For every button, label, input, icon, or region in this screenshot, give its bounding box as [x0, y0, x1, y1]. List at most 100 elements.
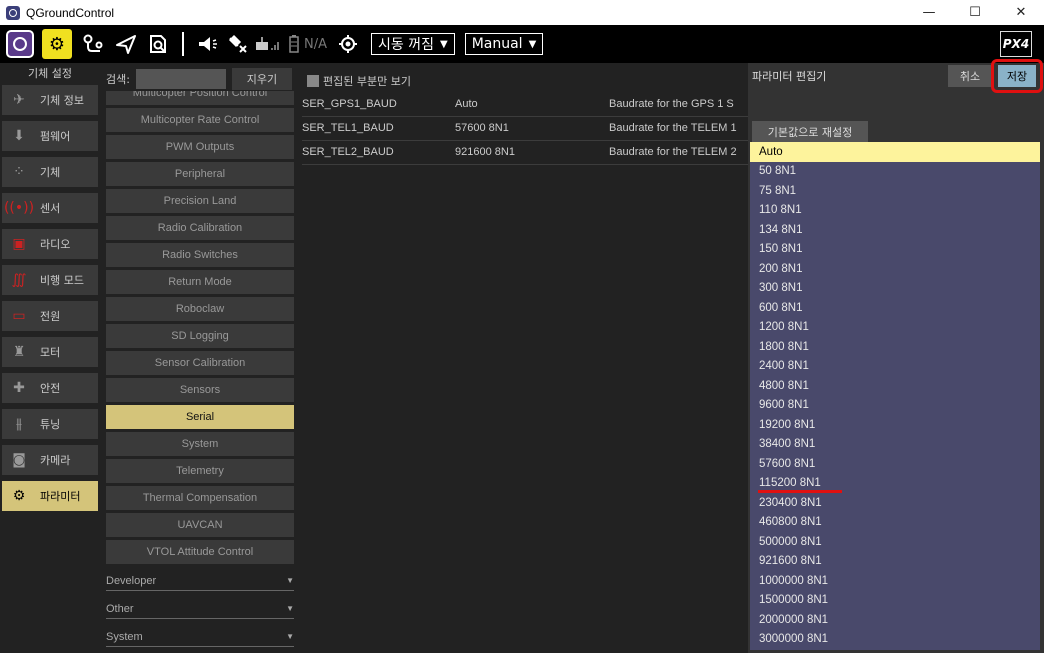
radio-icon: ▣ [12, 236, 26, 252]
sidebar-item-airframe[interactable]: ⁘ 기체 [2, 157, 98, 187]
group-item[interactable]: Multicopter Position Control [106, 91, 294, 105]
gps-off-icon[interactable] [222, 25, 252, 63]
sidebar-item-camera[interactable]: ◙ 카메라 [2, 445, 98, 475]
camera-icon: ◙ [12, 452, 26, 468]
airframe-icon: ⁘ [13, 164, 25, 180]
qgc-home-icon[interactable] [6, 30, 34, 58]
sidebar-item-label: 전원 [40, 310, 61, 323]
group-item[interactable]: Radio Calibration [106, 216, 294, 240]
group-item[interactable]: Roboclaw [106, 297, 294, 321]
group-item[interactable]: VTOL Attitude Control [106, 540, 294, 564]
battery-icon: ▭ [12, 308, 26, 324]
arm-status-dropdown[interactable]: 시동 꺼짐 ▼ [371, 33, 455, 55]
cancel-button[interactable]: 취소 [948, 65, 992, 87]
sidebar-item-sensors[interactable]: ((•)) 센서 [2, 193, 98, 223]
group-item[interactable]: Return Mode [106, 270, 294, 294]
window-title: QGroundControl [26, 5, 115, 20]
sidebar-item-parameters[interactable]: ⚙ 파라미터 [2, 481, 98, 511]
app-window: QGroundControl — ☐ ✕ ⚙ N/A 시동 꺼짐 ▼ Manua… [0, 0, 1044, 653]
option-item[interactable]: 921600 8N1 [750, 552, 1040, 572]
group-item[interactable]: Thermal Compensation [106, 486, 294, 510]
group-item[interactable]: Precision Land [106, 189, 294, 213]
group-item-serial[interactable]: Serial [106, 405, 294, 429]
group-item[interactable]: Peripheral [106, 162, 294, 186]
option-item[interactable]: 1200 8N1 [750, 318, 1040, 338]
modified-only-checkbox[interactable]: 편집된 부분만 보기 [307, 73, 411, 89]
plan-view-icon[interactable] [76, 25, 110, 63]
option-item[interactable]: 460800 8N1 [750, 513, 1040, 533]
option-item[interactable]: 57600 8N1 [750, 454, 1040, 474]
option-item[interactable]: 75 8N1 [750, 181, 1040, 201]
group-item[interactable]: UAVCAN [106, 513, 294, 537]
sidebar-item-tuning[interactable]: ⫵ 튜닝 [2, 409, 98, 439]
vehicle-setup-icon[interactable]: ⚙ [42, 29, 72, 59]
group-item[interactable]: System [106, 432, 294, 456]
chevron-down-icon: ▼ [528, 38, 537, 50]
group-item[interactable]: SD Logging [106, 324, 294, 348]
category-developer[interactable]: Developer ▼ [106, 571, 294, 591]
maximize-button[interactable]: ☐ [952, 0, 998, 25]
group-item[interactable]: PWM Outputs [106, 135, 294, 159]
option-item[interactable]: 9600 8N1 [750, 396, 1040, 416]
option-item[interactable]: 500000 8N1 [750, 532, 1040, 552]
option-item[interactable]: 38400 8N1 [750, 435, 1040, 455]
option-item[interactable]: 110 8N1 [750, 201, 1040, 221]
option-item[interactable]: 19200 8N1 [750, 415, 1040, 435]
checkbox-box[interactable] [307, 75, 319, 87]
search-label: 검색: [106, 73, 130, 86]
messages-icon[interactable] [192, 25, 222, 63]
clear-button[interactable]: 지우기 [231, 68, 292, 90]
option-item[interactable]: 150 8N1 [750, 240, 1040, 260]
table-row[interactable]: SER_GPS1_BAUD Auto Baudrate for the GPS … [302, 93, 748, 117]
title-bar: QGroundControl — ☐ ✕ [0, 0, 1044, 25]
param-description: Baudrate for the TELEM 1 [609, 122, 737, 134]
option-item[interactable]: 1800 8N1 [750, 337, 1040, 357]
table-row[interactable]: SER_TEL2_BAUD 921600 8N1 Baudrate for th… [302, 141, 748, 165]
group-item[interactable]: Radio Switches [106, 243, 294, 267]
option-item-selected[interactable]: Auto [750, 142, 1040, 162]
sidebar-item-radio[interactable]: ▣ 라디오 [2, 229, 98, 259]
option-item[interactable]: 200 8N1 [750, 259, 1040, 279]
option-item[interactable]: 1000000 8N1 [750, 571, 1040, 591]
sidebar-item-firmware[interactable]: ⬇ 펌웨어 [2, 121, 98, 151]
group-item[interactable]: Telemetry [106, 459, 294, 483]
minimize-button[interactable]: — [906, 0, 952, 25]
fly-view-icon[interactable] [110, 25, 142, 63]
group-item[interactable]: Multicopter Rate Control [106, 108, 294, 132]
option-item[interactable]: 2000000 8N1 [750, 610, 1040, 630]
sidebar-item-label: 기체 정보 [40, 94, 84, 107]
sidebar-item-label: 센서 [40, 202, 61, 215]
category-system[interactable]: System ▼ [106, 627, 294, 647]
option-item[interactable]: 50 8N1 [750, 162, 1040, 182]
option-item[interactable]: 134 8N1 [750, 220, 1040, 240]
category-label: Other [106, 602, 134, 615]
analyze-icon[interactable] [142, 25, 174, 63]
option-item[interactable]: 300 8N1 [750, 279, 1040, 299]
sidebar-header: 기체 설정 [28, 67, 72, 80]
table-row[interactable]: SER_TEL1_BAUD 57600 8N1 Baudrate for the… [302, 117, 748, 141]
option-item[interactable]: 4800 8N1 [750, 376, 1040, 396]
category-other[interactable]: Other ▼ [106, 599, 294, 619]
sidebar-item-motors[interactable]: ♜ 모터 [2, 337, 98, 367]
flight-mode-dropdown[interactable]: Manual ▼ [464, 33, 544, 55]
option-item[interactable]: 230400 8N1 [750, 493, 1040, 513]
sidebar-item-label: 파라미터 [40, 490, 81, 503]
option-item[interactable]: 1500000 8N1 [750, 591, 1040, 611]
param-name: SER_TEL1_BAUD [302, 122, 394, 134]
group-item[interactable]: Sensor Calibration [106, 351, 294, 375]
option-item[interactable]: 600 8N1 [750, 298, 1040, 318]
sidebar-item-label: 안전 [40, 382, 61, 395]
close-button[interactable]: ✕ [998, 0, 1044, 25]
sidebar-item-safety[interactable]: ✚ 안전 [2, 373, 98, 403]
battery-status: N/A [304, 36, 327, 52]
param-description: Baudrate for the TELEM 2 [609, 146, 737, 158]
reset-to-default-button[interactable]: 기본값으로 재설정 [752, 121, 868, 143]
search-input[interactable] [135, 69, 226, 89]
option-item[interactable]: 2400 8N1 [750, 357, 1040, 377]
sidebar-item-flight-modes[interactable]: ∭ 비행 모드 [2, 265, 98, 295]
sidebar-item-power[interactable]: ▭ 전원 [2, 301, 98, 331]
option-item[interactable]: 3000000 8N1 [750, 630, 1040, 650]
sidebar-item-summary[interactable]: ✈ 기체 정보 [2, 85, 98, 115]
group-item[interactable]: Sensors [106, 378, 294, 402]
save-button[interactable]: 저장 [998, 65, 1036, 87]
